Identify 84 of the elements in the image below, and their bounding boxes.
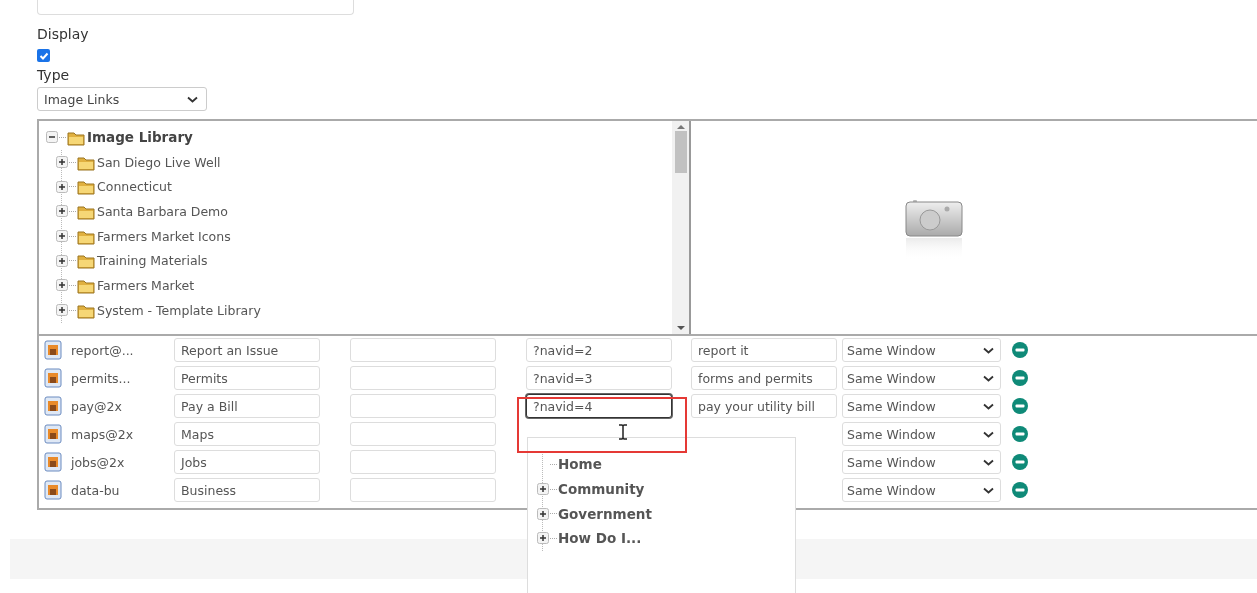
expand-icon[interactable]: [56, 156, 68, 169]
chevron-down-icon: [983, 346, 994, 354]
remove-icon[interactable]: [1012, 370, 1028, 386]
expand-icon[interactable]: [56, 205, 68, 218]
url-field[interactable]: ?navid=3: [526, 366, 672, 390]
target-select[interactable]: Same Window: [842, 366, 1001, 390]
text-cursor-icon: [618, 424, 628, 440]
description-field[interactable]: pay your utility bill: [691, 394, 837, 418]
description-field[interactable]: forms and permits: [691, 366, 837, 390]
chevron-down-icon: [983, 486, 994, 494]
text-field[interactable]: [37, 0, 354, 15]
tree-item[interactable]: Farmers Market Icons: [97, 228, 231, 244]
image-file-icon: [44, 396, 62, 416]
remove-icon[interactable]: [1012, 398, 1028, 414]
scroll-down-icon[interactable]: [676, 326, 685, 331]
menu-item[interactable]: Government: [558, 505, 652, 522]
target-select[interactable]: Same Window: [842, 338, 1001, 362]
image-file-icon: [44, 452, 62, 472]
display-label: Display: [37, 26, 90, 42]
expand-icon[interactable]: [537, 532, 549, 545]
expand-icon[interactable]: [537, 483, 549, 496]
text-field[interactable]: [350, 422, 496, 446]
title-field[interactable]: Pay a Bill: [174, 394, 320, 418]
scroll-up-icon[interactable]: [676, 124, 685, 129]
text-field[interactable]: [350, 394, 496, 418]
tree-item[interactable]: Farmers Market: [97, 277, 195, 293]
title-field[interactable]: Maps: [174, 422, 320, 446]
image-file-icon: [44, 340, 62, 360]
remove-icon[interactable]: [1012, 482, 1028, 498]
folder-icon: [77, 252, 95, 270]
title-field[interactable]: Report an Issue: [174, 338, 320, 362]
tree-item[interactable]: Santa Barbara Demo: [97, 203, 228, 219]
target-select[interactable]: Same Window: [842, 450, 1001, 474]
chevron-down-icon: [983, 430, 994, 438]
url-field[interactable]: ?navid=4: [526, 394, 672, 418]
expand-icon[interactable]: [56, 304, 68, 317]
tree-item[interactable]: Image Library: [87, 129, 193, 146]
expand-icon[interactable]: [537, 507, 549, 520]
file-name: data-bu: [71, 482, 121, 498]
expand-icon[interactable]: [56, 180, 68, 193]
chevron-down-icon: [983, 374, 994, 382]
file-name: permits...: [71, 370, 132, 386]
scrollbar[interactable]: [672, 121, 689, 334]
title-field[interactable]: Jobs: [174, 450, 320, 474]
scrollbar-thumb[interactable]: [674, 131, 687, 173]
menu-item[interactable]: Home: [558, 456, 602, 473]
type-select[interactable]: Image Links: [37, 87, 207, 111]
image-file-icon: [44, 424, 62, 444]
tree-item[interactable]: San Diego Live Well: [97, 154, 221, 170]
file-name: maps@2x: [71, 426, 135, 442]
file-name: pay@2x: [71, 398, 123, 414]
image-file-icon: [44, 480, 62, 500]
text-field[interactable]: [350, 338, 496, 362]
description-field[interactable]: report it: [691, 338, 837, 362]
file-name: jobs@2x: [71, 454, 126, 470]
expand-icon[interactable]: [56, 230, 68, 243]
url-field[interactable]: ?navid=2: [526, 338, 672, 362]
remove-icon[interactable]: [1012, 426, 1028, 442]
tree-item[interactable]: Connecticut: [97, 179, 172, 195]
expand-icon[interactable]: [56, 254, 68, 267]
chevron-down-icon: [983, 458, 994, 466]
target-select[interactable]: Same Window: [842, 394, 1001, 418]
menu-item[interactable]: Community: [558, 481, 645, 498]
remove-icon[interactable]: [1012, 342, 1028, 358]
text-field[interactable]: [350, 450, 496, 474]
title-field[interactable]: Permits: [174, 366, 320, 390]
target-select[interactable]: Same Window: [842, 422, 1001, 446]
type-label: Type: [37, 67, 71, 83]
title-field[interactable]: Business: [174, 478, 320, 502]
display-checkbox[interactable]: [37, 49, 50, 62]
text-field[interactable]: [350, 478, 496, 502]
collapse-icon[interactable]: [46, 131, 58, 144]
folder-icon: [77, 178, 95, 196]
target-select[interactable]: Same Window: [842, 478, 1001, 502]
image-file-icon: [44, 368, 62, 388]
expand-icon[interactable]: [56, 279, 68, 292]
remove-icon[interactable]: [1012, 454, 1028, 470]
menu-item[interactable]: How Do I...: [558, 530, 642, 547]
chevron-down-icon: [983, 402, 994, 410]
tree-item[interactable]: Training Materials: [97, 253, 208, 269]
text-field[interactable]: [350, 366, 496, 390]
tree-item[interactable]: System - Template Library: [97, 302, 261, 318]
chevron-down-icon: [187, 95, 198, 103]
file-name: report@...: [71, 342, 135, 358]
